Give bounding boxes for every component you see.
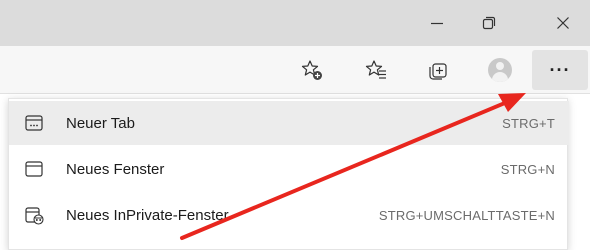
add-favorite-button[interactable] [296,54,328,86]
new-tab-icon [23,112,45,134]
settings-and-more-button[interactable]: ··· [532,50,588,90]
inprivate-window-icon [23,204,45,226]
profile-button[interactable] [484,54,516,86]
menu-item-new-tab[interactable]: Neuer Tab STRG+T [9,101,569,145]
add-favorite-icon [301,60,322,80]
restore-button[interactable] [466,0,512,46]
close-icon [557,17,569,29]
more-icon: ··· [549,59,571,80]
close-button[interactable] [540,0,586,46]
menu-item-shortcut: STRG+N [500,161,555,177]
profile-avatar [488,58,512,82]
menu-item-shortcut: STRG+UMSCHALTTASTE+N [378,207,555,223]
minimize-icon [431,22,443,25]
menu-item-shortcut: STRG+T [502,115,555,131]
menu-item-label: Neues Fenster [66,160,165,178]
menu-item-label: Neues InPrivate-Fenster [66,206,229,224]
restore-icon [482,16,496,30]
title-bar [0,0,590,46]
favorites-icon [365,60,386,79]
collections-button[interactable] [422,54,454,86]
new-window-icon [23,158,45,180]
favorites-button[interactable] [360,54,392,86]
menu-item-new-window[interactable]: Neues Fenster STRG+N [9,147,569,191]
menu-item-label: Neuer Tab [66,114,135,132]
browser-toolbar [0,46,590,94]
minimize-button[interactable] [414,0,460,46]
settings-menu: Neuer Tab STRG+T Neues Fenster STRG+N Ne… [8,98,569,250]
collections-icon [429,63,447,80]
menu-item-new-inprivate-window[interactable]: Neues InPrivate-Fenster STRG+UMSCHALTTAS… [9,193,569,237]
